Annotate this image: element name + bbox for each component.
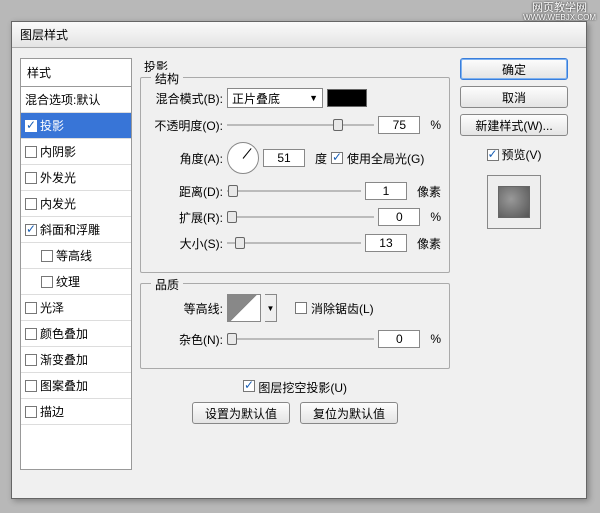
distance-input[interactable]	[365, 182, 407, 200]
layer-style-dialog: 图层样式 样式 混合选项:默认投影内阴影外发光内发光斜面和浮雕等高线纹理光泽颜色…	[11, 21, 587, 499]
structure-legend: 结构	[151, 70, 183, 87]
noise-slider[interactable]	[227, 330, 374, 348]
blend-mode-select[interactable]: 正片叠底 ▼	[227, 88, 323, 108]
contour-picker[interactable]	[227, 294, 261, 322]
style-row[interactable]: 外发光	[21, 165, 131, 191]
style-row[interactable]: 混合选项:默认	[21, 87, 131, 113]
opacity-slider[interactable]	[227, 116, 374, 134]
style-row[interactable]: 投影	[21, 113, 131, 139]
style-label: 图案叠加	[40, 377, 88, 394]
style-row[interactable]: 渐变叠加	[21, 347, 131, 373]
size-label: 大小(S):	[149, 235, 223, 252]
global-light-checkbox[interactable]	[331, 152, 343, 164]
style-checkbox[interactable]	[25, 302, 37, 314]
cancel-button[interactable]: 取消	[460, 86, 568, 108]
preview-label: 预览(V)	[502, 146, 542, 163]
size-input[interactable]	[365, 234, 407, 252]
style-checkbox[interactable]	[25, 406, 37, 418]
angle-dial[interactable]	[227, 142, 259, 174]
shadow-color-swatch[interactable]	[327, 89, 367, 107]
angle-input[interactable]	[263, 149, 305, 167]
section-title: 投影	[144, 58, 450, 75]
ok-button[interactable]: 确定	[460, 58, 568, 80]
style-row[interactable]: 光泽	[21, 295, 131, 321]
preview-checkbox[interactable]	[487, 149, 499, 161]
noise-input[interactable]	[378, 330, 420, 348]
styles-list: 混合选项:默认投影内阴影外发光内发光斜面和浮雕等高线纹理光泽颜色叠加渐变叠加图案…	[20, 86, 132, 470]
style-checkbox[interactable]	[25, 172, 37, 184]
style-checkbox[interactable]	[25, 354, 37, 366]
style-label: 斜面和浮雕	[40, 221, 100, 238]
spread-input[interactable]	[378, 208, 420, 226]
style-label: 外发光	[40, 169, 76, 186]
right-panel: 确定 取消 新建样式(W)... 预览(V)	[458, 58, 570, 488]
style-checkbox[interactable]	[25, 120, 37, 132]
knockout-checkbox[interactable]	[243, 380, 255, 392]
style-checkbox[interactable]	[41, 250, 53, 262]
dialog-titlebar[interactable]: 图层样式	[12, 22, 586, 48]
global-light-label: 使用全局光(G)	[347, 150, 424, 167]
size-slider[interactable]	[227, 234, 361, 252]
distance-label: 距离(D):	[149, 183, 223, 200]
knockout-label: 图层挖空投影(U)	[258, 381, 347, 395]
preview-box	[487, 175, 541, 229]
reset-default-button[interactable]: 复位为默认值	[300, 402, 398, 424]
dialog-title: 图层样式	[20, 28, 68, 42]
noise-label: 杂色(N):	[149, 331, 223, 348]
antialias-checkbox[interactable]	[295, 302, 307, 314]
style-checkbox[interactable]	[25, 224, 37, 236]
quality-legend: 品质	[151, 276, 183, 293]
set-default-button[interactable]: 设置为默认值	[192, 402, 290, 424]
style-row[interactable]: 描边	[21, 399, 131, 425]
style-label: 等高线	[56, 247, 92, 264]
style-checkbox[interactable]	[25, 380, 37, 392]
quality-group: 品质 等高线: ▼ 消除锯齿(L) 杂色(N): %	[140, 283, 450, 369]
main-panel: 投影 结构 混合模式(B): 正片叠底 ▼ 不透明度(O): %	[140, 58, 450, 488]
styles-header: 样式	[20, 58, 132, 86]
style-row[interactable]: 图案叠加	[21, 373, 131, 399]
style-row[interactable]: 纹理	[21, 269, 131, 295]
opacity-label: 不透明度(O):	[149, 117, 223, 134]
contour-label: 等高线:	[149, 300, 223, 317]
contour-dropdown[interactable]: ▼	[265, 294, 277, 322]
new-style-button[interactable]: 新建样式(W)...	[460, 114, 568, 136]
style-row[interactable]: 等高线	[21, 243, 131, 269]
blend-mode-label: 混合模式(B):	[149, 90, 223, 107]
style-checkbox[interactable]	[25, 198, 37, 210]
style-label: 描边	[40, 403, 64, 420]
preview-thumbnail	[498, 186, 530, 218]
style-checkbox[interactable]	[25, 328, 37, 340]
style-row[interactable]: 颜色叠加	[21, 321, 131, 347]
angle-label: 角度(A):	[149, 150, 223, 167]
spread-slider[interactable]	[227, 208, 374, 226]
style-checkbox[interactable]	[41, 276, 53, 288]
spread-label: 扩展(R):	[149, 209, 223, 226]
style-row[interactable]: 斜面和浮雕	[21, 217, 131, 243]
chevron-down-icon: ▼	[309, 93, 318, 103]
style-label: 内发光	[40, 195, 76, 212]
style-row[interactable]: 内发光	[21, 191, 131, 217]
style-label: 内阴影	[40, 143, 76, 160]
style-checkbox[interactable]	[25, 146, 37, 158]
style-label: 投影	[40, 117, 64, 134]
style-label: 光泽	[40, 299, 64, 316]
structure-group: 结构 混合模式(B): 正片叠底 ▼ 不透明度(O): % 角度(	[140, 77, 450, 273]
style-label: 纹理	[56, 273, 80, 290]
opacity-input[interactable]	[378, 116, 420, 134]
watermark: 网页教学网 WWW.WEBJX.COM	[523, 2, 596, 23]
antialias-label: 消除锯齿(L)	[311, 300, 374, 317]
style-label: 渐变叠加	[40, 351, 88, 368]
distance-slider[interactable]	[227, 182, 361, 200]
styles-panel: 样式 混合选项:默认投影内阴影外发光内发光斜面和浮雕等高线纹理光泽颜色叠加渐变叠…	[20, 58, 132, 488]
style-label: 颜色叠加	[40, 325, 88, 342]
style-label: 混合选项:默认	[25, 91, 100, 108]
style-row[interactable]: 内阴影	[21, 139, 131, 165]
